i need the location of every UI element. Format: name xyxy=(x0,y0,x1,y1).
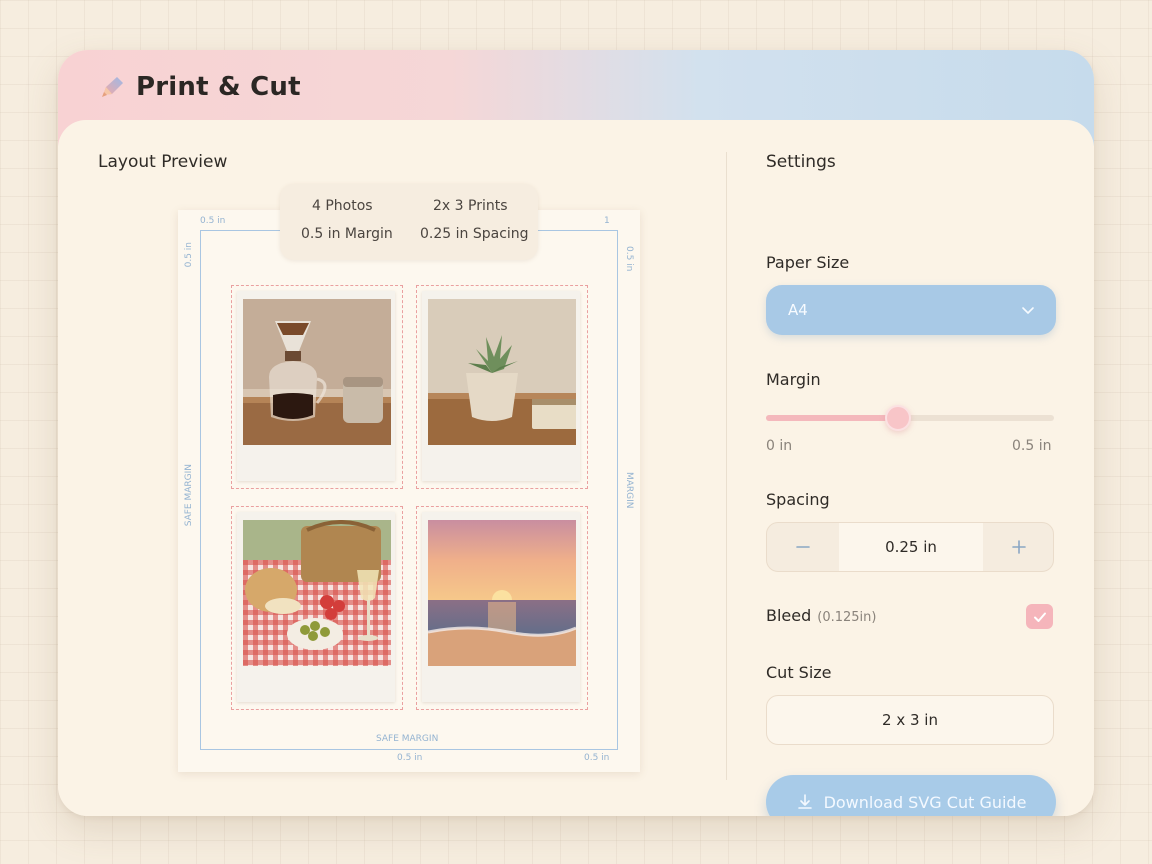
cut-size-label: Cut Size xyxy=(766,663,832,682)
dim-bottom-center: SAFE MARGIN xyxy=(376,734,439,744)
photo-picnic xyxy=(243,520,391,666)
layout-summary-card: 4 Photos 2x 3 Prints 0.5 in Margin 0.25 … xyxy=(280,184,538,260)
dim-right-top: 0.5 in xyxy=(624,246,634,272)
bleed-checkbox[interactable] xyxy=(1026,604,1053,629)
dim-bottom-right: 0.5 in xyxy=(584,753,610,763)
polaroid-frame xyxy=(237,291,395,481)
photo-succulent xyxy=(428,299,576,445)
paper-size-value: A4 xyxy=(788,301,808,319)
download-button-label: Download SVG Cut Guide xyxy=(823,792,1027,812)
app-window: Print & Cut Layout Preview 0.5 in 1 0.5 … xyxy=(58,50,1094,816)
dim-bottom-left: 0.5 in xyxy=(397,753,423,763)
checkmark-icon xyxy=(1033,612,1046,622)
paper-size-label: Paper Size xyxy=(766,253,850,272)
photo-sunset xyxy=(428,520,576,666)
summary-photos: 4 Photos xyxy=(312,198,373,214)
cut-slot-1[interactable] xyxy=(231,285,403,489)
margin-label: Margin xyxy=(766,370,821,389)
polaroid-frame xyxy=(422,512,580,702)
title-row: Print & Cut xyxy=(98,72,301,102)
summary-prints: 2x 3 Prints xyxy=(433,198,508,214)
margin-slider-thumb[interactable] xyxy=(885,405,912,431)
chevron-down-icon xyxy=(1022,307,1034,314)
spacing-increment-button[interactable] xyxy=(983,523,1053,571)
margin-slider[interactable] xyxy=(766,405,1054,431)
bleed-row: Bleed (0.125in) xyxy=(766,606,876,625)
summary-spacing: 0.25 in Spacing xyxy=(420,226,529,242)
margin-max-label: 0.5 in xyxy=(1012,438,1052,454)
dim-left-middle: SAFE MARGIN xyxy=(184,464,194,527)
cut-slot-2[interactable] xyxy=(416,285,588,489)
spacing-stepper[interactable]: 0.25 in xyxy=(766,522,1054,572)
plus-icon xyxy=(1012,540,1026,554)
minus-icon xyxy=(796,546,810,548)
photo-coffee xyxy=(243,299,391,445)
summary-margin: 0.5 in Margin xyxy=(301,226,393,242)
settings-title: Settings xyxy=(766,152,836,172)
spacing-label: Spacing xyxy=(766,490,830,509)
cut-slot-4[interactable] xyxy=(416,506,588,710)
download-icon xyxy=(797,794,812,809)
app-title: Print & Cut xyxy=(136,72,301,102)
polaroid-frame xyxy=(237,512,395,702)
download-svg-button[interactable]: Download SVG Cut Guide xyxy=(766,775,1056,816)
layout-preview-title: Layout Preview xyxy=(98,152,228,172)
polaroid-frame xyxy=(422,291,580,481)
pencil-icon xyxy=(102,77,123,97)
cut-slot-3[interactable] xyxy=(231,506,403,710)
paper-preview: 0.5 in 1 0.5 in 0.5 in SAFE MARGIN MARGI… xyxy=(178,210,640,772)
dim-left-top: 0.5 in xyxy=(184,242,194,268)
cut-size-field[interactable]: 2 x 3 in xyxy=(766,695,1054,745)
spacing-decrement-button[interactable] xyxy=(767,523,839,571)
bleed-label: Bleed xyxy=(766,606,812,625)
content-area: Layout Preview 0.5 in 1 0.5 in 0.5 in SA… xyxy=(58,120,1094,816)
margin-min-label: 0 in xyxy=(766,438,793,454)
bleed-note: (0.125in) xyxy=(817,610,877,625)
paper-size-select[interactable]: A4 xyxy=(766,285,1056,335)
dim-top-right-tick: 1 xyxy=(604,216,610,226)
panel-divider xyxy=(726,152,727,780)
dim-right-middle: MARGIN xyxy=(624,472,634,509)
dim-top-left: 0.5 in xyxy=(200,216,226,226)
margin-slider-fill xyxy=(766,415,899,421)
spacing-value: 0.25 in xyxy=(839,523,983,571)
